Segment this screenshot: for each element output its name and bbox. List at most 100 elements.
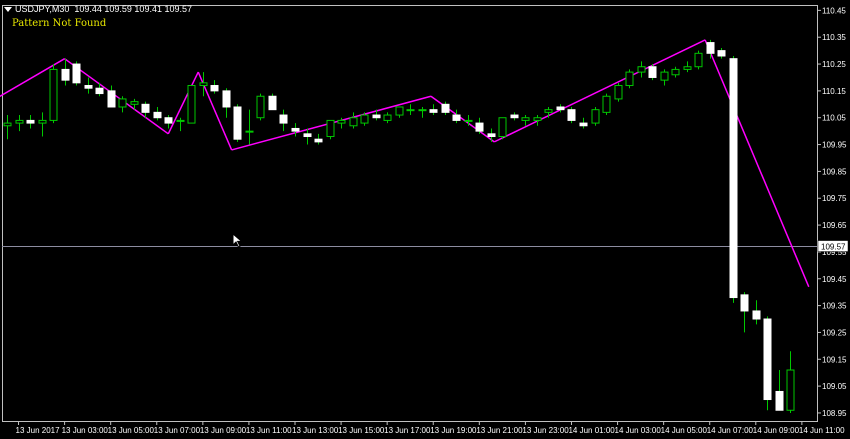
candle — [775, 370, 784, 411]
candle — [118, 96, 127, 113]
time-tick-label: 14 Jun 01:00 — [568, 426, 615, 435]
candle — [279, 109, 288, 132]
candle — [614, 82, 623, 102]
candle — [38, 112, 47, 137]
candle — [15, 115, 24, 132]
price-tick-label: 109.75 — [822, 194, 847, 203]
time-tick-label: 13 Jun 07:00 — [154, 426, 201, 435]
mouse-cursor-icon — [232, 233, 243, 248]
bull-candle-body — [199, 82, 208, 87]
time-tick-label: 14 Jun 09:00 — [753, 426, 800, 435]
candle — [521, 115, 530, 126]
price-tag-label: 109.57 — [821, 243, 846, 252]
price-tick-label: 109.05 — [822, 382, 847, 391]
bull-candle-body — [614, 85, 623, 100]
candle — [187, 85, 196, 124]
candle — [49, 64, 58, 124]
candle — [314, 133, 323, 145]
candlestick-chart-canvas: 110.45 110.35 110.25 110.15 110.05 109.95 109.… — [0, 5, 849, 435]
bear-candle-body — [61, 68, 70, 81]
bear-candle-body — [579, 122, 588, 127]
current-price-tag: 109.57 — [817, 240, 849, 252]
bull-candle-body — [533, 117, 542, 121]
candle — [637, 61, 646, 78]
candle — [671, 66, 680, 78]
bull-candle-body — [349, 117, 358, 127]
bull-candle-body — [383, 114, 392, 121]
candle — [694, 50, 703, 70]
candle — [291, 123, 300, 137]
bull-candle-body — [406, 109, 415, 112]
bull-candle-body — [38, 119, 47, 124]
bear-candle-body — [95, 87, 104, 95]
bull-candle-body — [786, 369, 795, 411]
time-tick-label: 14 Jun 07:00 — [707, 426, 754, 435]
bull-candle-body — [683, 66, 692, 70]
bear-candle-body — [26, 119, 35, 124]
dropdown-triangle-icon[interactable] — [4, 7, 12, 13]
time-tick-label: 14 Jun 11:00 — [799, 426, 845, 435]
price-tick-label: 110.15 — [822, 87, 846, 96]
bull-candle-body — [498, 117, 507, 138]
candle — [3, 115, 12, 140]
candle — [164, 115, 173, 129]
candle — [602, 93, 611, 116]
candle — [763, 316, 772, 411]
time-tick-label: 14 Jun 03:00 — [615, 426, 662, 435]
candle — [418, 106, 427, 118]
time-tick-label: 13 Jun 21:00 — [476, 426, 523, 435]
candle — [199, 72, 208, 97]
candle — [222, 88, 231, 118]
bull-candle-body — [521, 117, 530, 121]
time-axis[interactable]: 13 Jun 2017 13 Jun 03:00 13 Jun 05:00 13 Ju… — [16, 421, 846, 435]
price-tick-label: 109.85 — [822, 167, 847, 176]
price-tick-label: 110.05 — [822, 114, 846, 123]
candle — [717, 47, 726, 59]
bear-candle-body — [487, 133, 496, 138]
bear-candle-body — [72, 63, 81, 84]
bull-candle-body — [3, 122, 12, 127]
candle — [729, 55, 738, 303]
price-tick-label: 109.15 — [822, 355, 847, 364]
price-tick-label: 110.35 — [822, 33, 846, 42]
candle — [210, 80, 219, 94]
candle — [245, 109, 254, 145]
bear-candle-body — [763, 318, 772, 401]
time-tick-label: 13 Jun 03:00 — [62, 426, 109, 435]
bear-candle-body — [303, 133, 312, 138]
bull-candle-body — [49, 68, 58, 121]
candle — [683, 61, 692, 73]
price-tick-label: 108.95 — [822, 409, 847, 418]
candle — [475, 117, 484, 134]
candle — [487, 128, 496, 142]
bear-candle-body — [372, 114, 381, 119]
candle — [567, 106, 576, 124]
candle — [648, 64, 657, 81]
bear-candle-body — [268, 95, 277, 111]
bull-candle-body — [637, 66, 646, 73]
bear-candle-body — [210, 85, 219, 92]
candle — [84, 77, 93, 94]
bear-candle-body — [729, 58, 738, 299]
bull-candle-body — [187, 85, 196, 124]
bear-candle-body — [84, 85, 93, 89]
candle — [268, 93, 277, 111]
candle — [153, 106, 162, 121]
price-axis[interactable]: 110.45 110.35 110.25 110.15 110.05 109.95 109.… — [817, 6, 847, 418]
bear-candle-body — [107, 90, 116, 108]
bear-candle-body — [441, 103, 450, 113]
price-tick-label: 110.25 — [822, 60, 846, 69]
chart-header: USDJPY,M30 109.44 109.59 109.41 109.57 — [4, 4, 192, 14]
bear-candle-body — [314, 138, 323, 143]
candle — [326, 119, 335, 140]
ohlc-readout: 109.44 109.59 109.41 109.57 — [74, 4, 192, 14]
candle — [660, 69, 669, 86]
bear-candle-body — [164, 117, 173, 124]
bull-candle-body — [602, 95, 611, 113]
bear-candle-body — [233, 106, 242, 140]
time-tick-label: 13 Jun 17:00 — [384, 426, 431, 435]
candle — [233, 104, 242, 142]
time-tick-label: 13 Jun 23:00 — [522, 426, 569, 435]
candle — [349, 112, 358, 129]
price-tick-label: 109.95 — [822, 141, 847, 150]
